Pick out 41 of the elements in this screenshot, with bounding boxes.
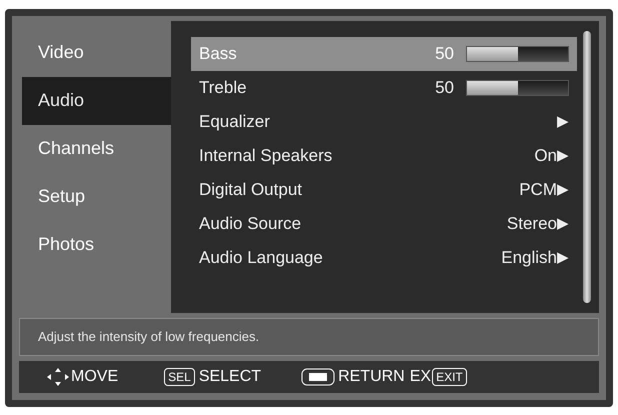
setting-label: Equalizer [199,110,271,133]
setting-row[interactable]: Digital Output PCM▶ [191,172,577,206]
slider-track[interactable] [466,80,569,96]
setting-label: Audio Source [199,212,302,235]
move-arrows-icon [47,368,69,386]
setting-value: On [534,144,557,167]
setting-value: Stereo [506,212,557,235]
category-tab[interactable]: Video [22,28,171,76]
sel-key-icon: SEL [164,368,195,386]
category-tab[interactable]: Photos [22,220,171,268]
arrow-icon: ▶ [557,182,569,197]
setting-label: Internal Speakers [199,144,334,167]
setting-label: Audio Language [199,246,324,269]
arrow-icon: ▶ [557,114,569,129]
slider-track[interactable] [466,46,569,62]
exit-key-icon: EXIT [432,368,467,386]
category-tab[interactable]: Audio [22,76,171,124]
scrollbar[interactable] [583,30,591,302]
help-text: Adjust the intensity of low frequencies. [38,328,260,346]
move-hint: MOVE [71,366,118,386]
select-hint: SELECT [198,366,262,386]
category-tab[interactable]: Channels [22,124,171,172]
setting-label: Digital Output [199,178,303,201]
arrow-icon: ▶ [557,216,569,231]
setting-row[interactable]: Audio Source Stereo▶ [191,206,577,240]
return-hint: RETURN [338,366,405,386]
setting-value: 50 [435,42,454,65]
setting-row[interactable]: Audio Language English▶ [191,240,577,274]
setting-value: English [501,246,557,269]
return-key-icon [301,368,336,386]
setting-label: Bass [199,42,238,65]
setting-value: PCM [519,178,557,201]
arrow-icon: ▶ [557,250,569,265]
setting-value: 50 [435,76,454,99]
setting-row[interactable]: Treble 50 [191,70,577,104]
exit-hint: EX [410,366,432,386]
setting-label: Treble [199,76,248,99]
setting-row[interactable]: Internal Speakers On▶ [191,138,577,172]
arrow-icon: ▶ [557,148,569,163]
category-tab[interactable]: Setup [22,172,171,220]
setting-row[interactable]: Equalizer ▶ [191,104,577,138]
